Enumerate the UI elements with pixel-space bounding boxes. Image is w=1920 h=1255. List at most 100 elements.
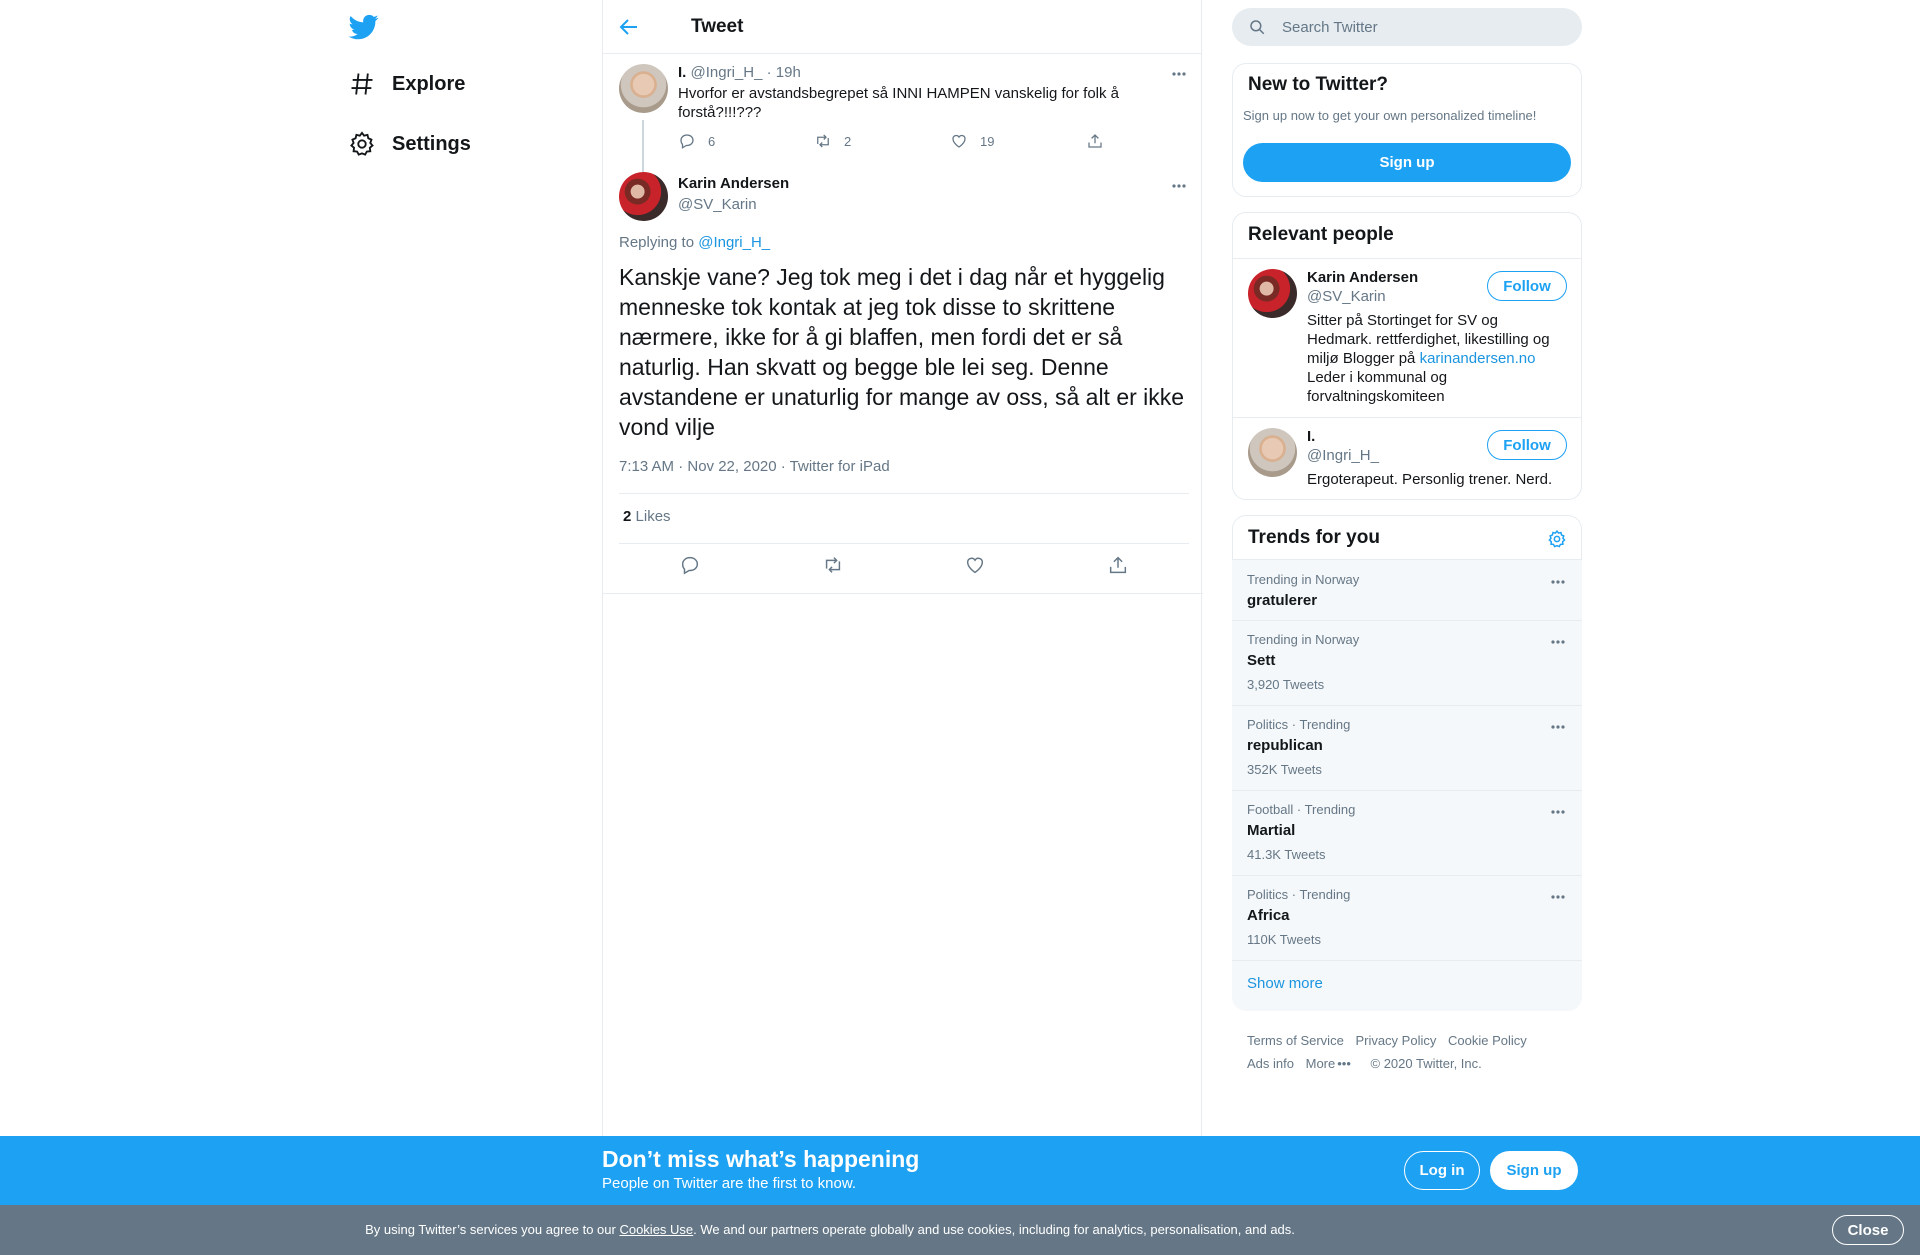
trend-context: Football · Trending <box>1247 802 1356 817</box>
new-to-twitter-panel: New to Twitter? Sign up now to get your … <box>1232 63 1582 197</box>
signup-banner: Don’t miss what’s happening People on Tw… <box>0 1136 1920 1205</box>
bio-link[interactable]: karinandersen.no <box>1420 350 1536 367</box>
person-handle[interactable]: @SV_Karin <box>1307 288 1386 305</box>
more-icon[interactable] <box>1548 887 1568 907</box>
nav-explore[interactable]: Explore <box>348 64 465 104</box>
heart-icon <box>952 134 966 148</box>
retweet-icon <box>825 557 840 573</box>
more-icon[interactable] <box>1548 572 1568 592</box>
author-name[interactable]: Karin Andersen <box>678 175 789 192</box>
retweet-icon <box>817 134 829 148</box>
follow-button[interactable]: Follow <box>1487 430 1567 460</box>
trend-name: gratulerer <box>1247 592 1318 609</box>
panel-subtitle: Sign up now to get your own personalized… <box>1243 108 1537 123</box>
search-placeholder: Search Twitter <box>1282 18 1378 36</box>
trend-item[interactable]: Trending in Norway Sett 3,920 Tweets <box>1232 621 1582 706</box>
more-icon[interactable] <box>1169 64 1189 84</box>
reply-count: 6 <box>708 133 716 149</box>
tweet-text: Kanskje vane? Jeg tok meg i det i dag nå… <box>619 264 1185 440</box>
like-button[interactable] <box>904 554 1047 576</box>
trend-name: Sett <box>1247 652 1276 669</box>
footer-link[interactable]: Cookie Policy <box>1448 1033 1527 1048</box>
sign-up-button[interactable]: Sign up <box>1243 143 1571 182</box>
person-bio: Sitter på Stortinget for SV og Hedmark. … <box>1307 312 1550 405</box>
author-handle[interactable]: @SV_Karin <box>678 196 789 213</box>
cookie-bar: By using Twitter’s services you agree to… <box>0 1205 1920 1255</box>
share-button[interactable] <box>1086 132 1222 150</box>
close-button[interactable]: Close <box>1832 1215 1904 1245</box>
share-icon <box>1088 134 1102 148</box>
like-count: 19 <box>980 133 995 149</box>
footer-link[interactable]: Terms of Service <box>1247 1033 1344 1048</box>
person-card[interactable]: Karin Andersen @SV_Karin Follow Sitter p… <box>1233 259 1581 419</box>
trend-context: Trending in Norway <box>1247 572 1360 587</box>
follow-button[interactable]: Follow <box>1487 271 1567 301</box>
parent-author-handle[interactable]: @Ingri_H_ <box>691 64 763 81</box>
footer-link[interactable]: Privacy Policy <box>1355 1033 1436 1048</box>
arrow-left-icon[interactable] <box>617 15 641 39</box>
share-button[interactable] <box>1047 554 1190 576</box>
trend-item[interactable]: Football · Trending Martial 41.3K Tweets <box>1232 791 1582 876</box>
search-input[interactable]: Search Twitter <box>1232 8 1582 46</box>
parent-tweet-header: I. @Ingri_H_ · 19h <box>678 64 801 81</box>
parent-tweet-time[interactable]: 19h <box>776 64 801 81</box>
trend-context: Politics · Trending <box>1247 887 1351 902</box>
tweet-actions <box>619 554 1189 576</box>
replying-to-link[interactable]: @Ingri_H_ <box>698 234 770 251</box>
log-in-button[interactable]: Log in <box>1404 1151 1480 1190</box>
tweet-author[interactable]: Karin Andersen @SV_Karin <box>678 175 789 213</box>
person-bio: Ergoterapeut. Personlig trener. Nerd. <box>1307 471 1553 488</box>
parent-tweet-actions: 6 2 19 <box>678 132 1222 150</box>
main-column: Tweet I. @Ingri_H_ · 19h Hvorfor er avst… <box>602 0 1203 1136</box>
more-icon[interactable] <box>1548 632 1568 652</box>
retweet-button[interactable]: 2 <box>814 132 950 150</box>
trend-name: republican <box>1247 737 1323 754</box>
person-handle[interactable]: @Ingri_H_ <box>1307 447 1379 464</box>
page-title: Tweet <box>691 15 744 37</box>
reply-button[interactable] <box>619 554 762 576</box>
trend-item[interactable]: Trending in Norway gratulerer <box>1232 560 1582 621</box>
share-icon <box>1109 556 1126 574</box>
reply-button[interactable]: 6 <box>678 132 814 150</box>
copyright: © 2020 Twitter, Inc. <box>1370 1056 1482 1071</box>
parent-author-name[interactable]: I. <box>678 64 686 81</box>
person-card[interactable]: I. @Ingri_H_ Follow Ergoterapeut. Person… <box>1233 418 1581 499</box>
likes-stat[interactable]: 2 Likes <box>623 508 671 525</box>
likes-count: 2 <box>623 508 632 525</box>
reply-icon <box>680 134 694 149</box>
likes-label: Likes <box>635 508 671 525</box>
twitter-bird-icon[interactable] <box>348 12 380 42</box>
trend-context: Politics · Trending <box>1247 717 1351 732</box>
trend-count: 41.3K Tweets <box>1247 847 1326 862</box>
more-icon[interactable] <box>1548 717 1568 737</box>
gear-icon <box>348 130 376 158</box>
heart-icon <box>967 557 984 574</box>
avatar[interactable] <box>1248 269 1297 318</box>
footer-link[interactable]: More ••• <box>1306 1056 1359 1071</box>
cookies-use-link[interactable]: Cookies Use <box>619 1222 693 1237</box>
tweet-meta[interactable]: 7:13 AM · Nov 22, 2020 · Twitter for iPa… <box>619 458 890 475</box>
trend-item[interactable]: Politics · Trending Africa 110K Tweets <box>1232 876 1582 961</box>
nav-settings[interactable]: Settings <box>348 124 471 164</box>
show-more-link[interactable]: Show more <box>1247 975 1323 992</box>
like-button[interactable]: 19 <box>950 132 1086 150</box>
divider <box>603 593 1203 594</box>
footer-link[interactable]: Ads info <box>1247 1056 1294 1071</box>
search-icon <box>1250 20 1265 35</box>
parent-tweet-text: Hvorfor er avstandsbegrepet så INNI HAMP… <box>678 85 1120 121</box>
trend-count: 352K Tweets <box>1247 762 1322 777</box>
footer-links: Terms of Service Privacy Policy Cookie P… <box>1247 1029 1567 1075</box>
more-icon[interactable] <box>1169 176 1189 196</box>
avatar[interactable] <box>619 64 668 113</box>
gear-icon[interactable] <box>1547 529 1567 549</box>
person-name[interactable]: I. <box>1307 428 1315 445</box>
trends-header: Trends for you <box>1232 515 1582 560</box>
retweet-button[interactable] <box>762 554 905 576</box>
trend-item[interactable]: Politics · Trending republican 352K Twee… <box>1232 706 1582 791</box>
sign-up-button[interactable]: Sign up <box>1490 1151 1578 1190</box>
avatar[interactable] <box>1248 428 1297 477</box>
replying-to: Replying to @Ingri_H_ <box>619 234 770 251</box>
more-icon[interactable] <box>1548 802 1568 822</box>
avatar[interactable] <box>619 172 668 221</box>
person-name[interactable]: Karin Andersen <box>1307 269 1418 286</box>
